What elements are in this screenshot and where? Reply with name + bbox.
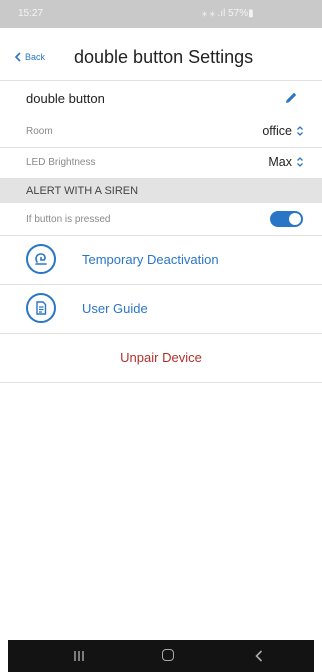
updown-icon [297, 157, 303, 167]
alert-section-header: ALERT WITH A SIREN [0, 179, 322, 203]
back-icon[interactable] [254, 649, 264, 663]
led-brightness-label: LED Brightness [26, 157, 96, 168]
section-title: ALERT WITH A SIREN [26, 185, 139, 197]
back-button[interactable]: Back [14, 52, 45, 62]
document-icon [36, 301, 47, 315]
unpair-device-button[interactable]: Unpair Device [0, 350, 322, 365]
pencil-icon[interactable] [283, 90, 299, 106]
status-bar: 15:27 ⁎ ⁎ .ıl 57%▮ [0, 0, 322, 28]
siren-icon [35, 253, 47, 265]
back-label: Back [25, 52, 46, 62]
status-system-icons: ⁎ ⁎ .ıl 57%▮ [202, 8, 254, 19]
led-brightness-select[interactable]: Max [268, 155, 304, 169]
document-icon-circle [26, 293, 56, 323]
room-select[interactable]: office [262, 124, 304, 138]
temporary-deactivation-row[interactable]: Temporary Deactivation [0, 236, 322, 285]
system-nav-bar [8, 640, 314, 672]
user-guide-link[interactable]: User Guide [82, 301, 148, 316]
alert-pressed-row: If button is pressed [0, 203, 322, 236]
device-name-row[interactable]: double button [0, 80, 322, 118]
temporary-deactivation-link[interactable]: Temporary Deactivation [82, 252, 219, 267]
header: Back double button Settings [0, 28, 322, 80]
room-row[interactable]: Room office [0, 117, 322, 148]
device-name: double button [26, 91, 105, 106]
chevron-left-icon [14, 52, 21, 62]
pressed-toggle[interactable] [270, 211, 303, 227]
home-icon[interactable] [162, 649, 174, 661]
room-value: office [262, 124, 292, 138]
recent-apps-icon[interactable] [72, 650, 86, 662]
user-guide-row[interactable]: User Guide [0, 285, 322, 334]
siren-icon-circle [26, 244, 56, 274]
unpair-row[interactable]: Unpair Device [0, 334, 322, 383]
page-title: double button Settings [74, 47, 254, 67]
room-label: Room [26, 126, 53, 137]
led-brightness-row[interactable]: LED Brightness Max [0, 148, 322, 179]
pressed-label: If button is pressed [26, 214, 111, 225]
status-time: 15:27 [18, 8, 44, 19]
led-brightness-value: Max [268, 155, 292, 169]
updown-icon [297, 126, 303, 136]
toggle-knob [289, 213, 301, 225]
